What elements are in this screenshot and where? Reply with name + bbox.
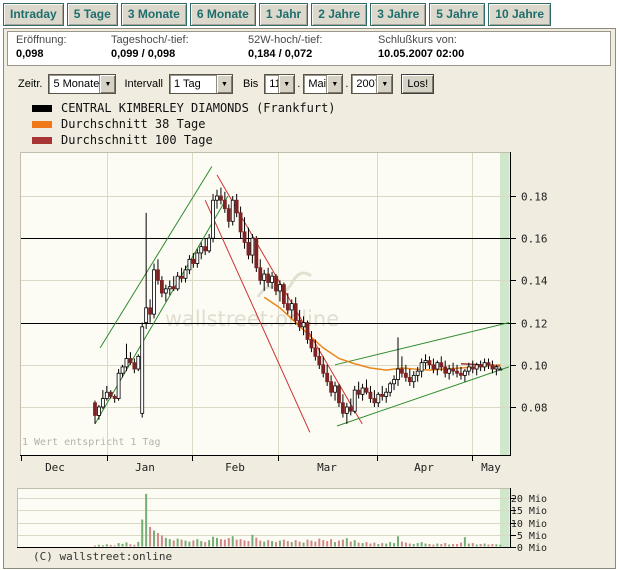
legend-item: Durchschnitt 100 Tage bbox=[32, 132, 336, 148]
tab-5-tage[interactable]: 5 Tage bbox=[67, 3, 118, 26]
legend-label: Durchschnitt 100 Tage bbox=[61, 133, 213, 147]
date-separator: . bbox=[345, 78, 348, 90]
chevron-down-icon[interactable]: ▼ bbox=[216, 75, 232, 93]
close-info: Schlußkurs von: 10.05.2007 02:00 bbox=[378, 34, 464, 60]
month-select-value: Mai bbox=[304, 75, 326, 93]
open-value: 0,098 bbox=[16, 48, 67, 60]
tab-intraday[interactable]: Intraday bbox=[3, 3, 64, 26]
interval-label: Intervall bbox=[124, 78, 163, 90]
week52-range-label: 52W-hoch/-tief: bbox=[248, 34, 322, 46]
day-select-value: 11 bbox=[265, 75, 278, 93]
year-select[interactable]: 2007 ▼ bbox=[351, 74, 393, 94]
period-label: Zeitr. bbox=[18, 78, 42, 90]
day-range-value: 0,099 / 0,098 bbox=[111, 48, 189, 60]
interval-select-value: 1 Tag bbox=[170, 75, 216, 93]
until-label: Bis bbox=[243, 78, 258, 90]
legend-label: CENTRAL KIMBERLEY DIAMONDS (Frankfurt) bbox=[61, 101, 336, 115]
quote-info-bar: Eröffnung: 0,098 Tageshoch/-tief: 0,099 … bbox=[7, 31, 611, 66]
legend-label: Durchschnitt 38 Tage bbox=[61, 117, 206, 131]
legend-item: CENTRAL KIMBERLEY DIAMONDS (Frankfurt) bbox=[32, 100, 336, 116]
tab-1-jahr[interactable]: 1 Jahr bbox=[259, 3, 308, 26]
day-range-info: Tageshoch/-tief: 0,099 / 0,098 bbox=[111, 34, 189, 60]
open-label: Eröffnung: bbox=[16, 34, 67, 46]
legend-swatch bbox=[32, 105, 52, 112]
month-select[interactable]: Mai ▼ bbox=[303, 74, 343, 94]
chart-controls: Zeitr. 5 Monate ▼ Intervall 1 Tag ▼ Bis … bbox=[4, 72, 615, 96]
legend-item: Durchschnitt 38 Tage bbox=[32, 116, 336, 132]
tab-3-monate[interactable]: 3 Monate bbox=[121, 3, 187, 26]
open-info: Eröffnung: 0,098 bbox=[16, 34, 67, 60]
period-select-value: 5 Monate bbox=[49, 75, 99, 93]
close-value: 10.05.2007 02:00 bbox=[378, 48, 464, 60]
tab-3-jahre[interactable]: 3 Jahre bbox=[370, 3, 426, 26]
range-tabs: Intraday5 Tage3 Monate6 Monate1 Jahr2 Ja… bbox=[3, 3, 551, 26]
legend-swatch bbox=[32, 121, 52, 128]
copyright-text: (C) wallstreet:online bbox=[33, 550, 172, 563]
close-label: Schlußkurs von: bbox=[378, 34, 464, 46]
chart-legend: CENTRAL KIMBERLEY DIAMONDS (Frankfurt) Du… bbox=[32, 100, 336, 148]
period-select[interactable]: 5 Monate ▼ bbox=[48, 74, 116, 94]
week52-range-value: 0,184 / 0,072 bbox=[248, 48, 322, 60]
interval-select[interactable]: 1 Tag ▼ bbox=[169, 74, 233, 94]
tab-5-jahre[interactable]: 5 Jahre bbox=[429, 3, 485, 26]
tab-6-monate[interactable]: 6 Monate bbox=[190, 3, 256, 26]
go-button[interactable]: Los! bbox=[401, 74, 434, 94]
date-separator: . bbox=[297, 78, 300, 90]
chevron-down-icon[interactable]: ▼ bbox=[99, 75, 115, 93]
chevron-down-icon[interactable]: ▼ bbox=[376, 75, 392, 93]
week52-range-info: 52W-hoch/-tief: 0,184 / 0,072 bbox=[248, 34, 322, 60]
chart-panel: Eröffnung: 0,098 Tageshoch/-tief: 0,099 … bbox=[3, 28, 616, 569]
day-select[interactable]: 11 ▼ bbox=[264, 74, 295, 94]
chevron-down-icon[interactable]: ▼ bbox=[326, 75, 342, 93]
year-select-value: 2007 bbox=[352, 75, 376, 93]
tab-2-jahre[interactable]: 2 Jahre bbox=[311, 3, 367, 26]
legend-swatch bbox=[32, 137, 52, 144]
tab-10-jahre[interactable]: 10 Jahre bbox=[488, 3, 551, 26]
day-range-label: Tageshoch/-tief: bbox=[111, 34, 189, 46]
chevron-down-icon[interactable]: ▼ bbox=[278, 75, 294, 93]
stock-chart-widget: Intraday5 Tage3 Monate6 Monate1 Jahr2 Ja… bbox=[0, 0, 620, 570]
